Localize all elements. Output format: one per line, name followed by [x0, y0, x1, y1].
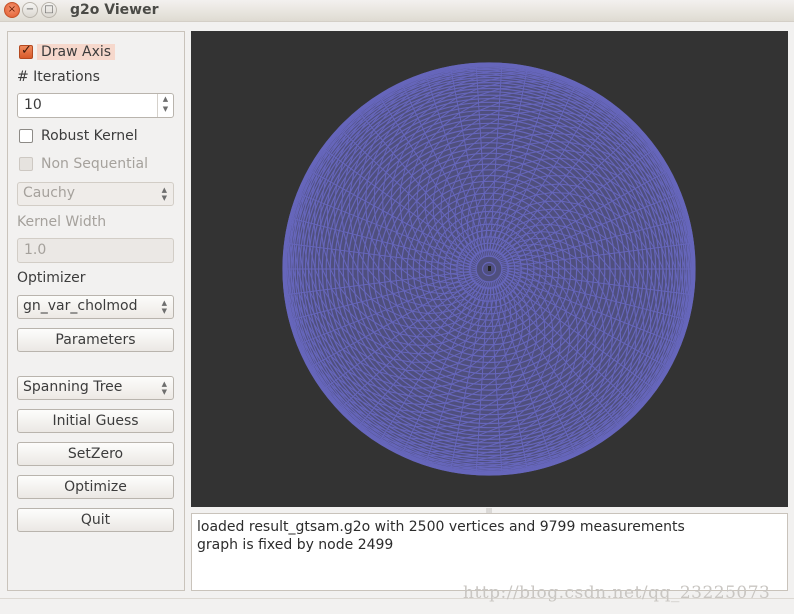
checkbox-checked-icon[interactable] [19, 43, 33, 59]
initial-guess-type-value: Spanning Tree [23, 379, 123, 395]
log-line: graph is fixed by node 2499 [197, 537, 394, 553]
pose-graph-canvas[interactable] [191, 31, 788, 507]
robust-kernel-checkbox[interactable]: Robust Kernel [19, 126, 138, 146]
close-icon: × [7, 4, 17, 15]
optimizer-label: Optimizer [17, 270, 86, 286]
non-sequential-label: Non Sequential [41, 156, 148, 172]
initial-guess-button[interactable]: Initial Guess [17, 409, 174, 433]
watermark-text: http://blog.csdn.net/qq_23225073 [463, 583, 771, 603]
maximize-window-button[interactable]: □ [41, 2, 57, 18]
updown-arrows-icon: ▲ ▼ [161, 186, 167, 202]
iterations-spinbox[interactable]: 10 ▲ ▼ [17, 93, 174, 118]
minimize-icon: − [25, 4, 35, 15]
title-bar: × − □ g2o Viewer [0, 0, 794, 22]
updown-arrows-icon: ▲ ▼ [161, 299, 167, 315]
kernel-width-value: 1.0 [24, 242, 47, 258]
minimize-window-button[interactable]: − [22, 2, 38, 18]
log-line: loaded result_gtsam.g2o with 2500 vertic… [197, 519, 685, 535]
initial-guess-type-select[interactable]: Spanning Tree ▲ ▼ [17, 376, 174, 400]
optimizer-value: gn_var_cholmod [23, 298, 138, 314]
draw-axis-label: Draw Axis [37, 44, 116, 60]
kernel-type-select: Cauchy ▲ ▼ [17, 182, 174, 206]
kernel-width-label: Kernel Width [17, 214, 107, 230]
kernel-type-value: Cauchy [23, 185, 76, 201]
checkbox-disabled-icon [19, 157, 33, 171]
spin-arrows-icon[interactable]: ▲ ▼ [157, 94, 173, 117]
set-zero-button[interactable]: SetZero [17, 442, 174, 466]
parameters-button[interactable]: Parameters [17, 328, 174, 352]
optimize-button[interactable]: Optimize [17, 475, 174, 499]
fixed-node-marker [488, 266, 491, 271]
maximize-icon: □ [44, 4, 54, 15]
robust-kernel-label: Robust Kernel [41, 128, 138, 144]
non-sequential-checkbox: Non Sequential [19, 154, 148, 174]
graph-viewer[interactable] [191, 31, 788, 507]
draw-axis-checkbox[interactable]: Draw Axis [19, 42, 116, 62]
close-window-button[interactable]: × [4, 2, 20, 18]
checkbox-unchecked-icon[interactable] [19, 129, 33, 143]
quit-button[interactable]: Quit [17, 508, 174, 532]
updown-arrows-icon: ▲ ▼ [161, 380, 167, 396]
iterations-label: # Iterations [17, 69, 100, 85]
log-output: loaded result_gtsam.g2o with 2500 vertic… [191, 513, 788, 591]
window-title: g2o Viewer [70, 2, 159, 18]
pose-graph [282, 62, 696, 476]
iterations-value: 10 [24, 97, 42, 113]
kernel-width-input: 1.0 [17, 238, 174, 263]
optimizer-select[interactable]: gn_var_cholmod ▲ ▼ [17, 295, 174, 319]
